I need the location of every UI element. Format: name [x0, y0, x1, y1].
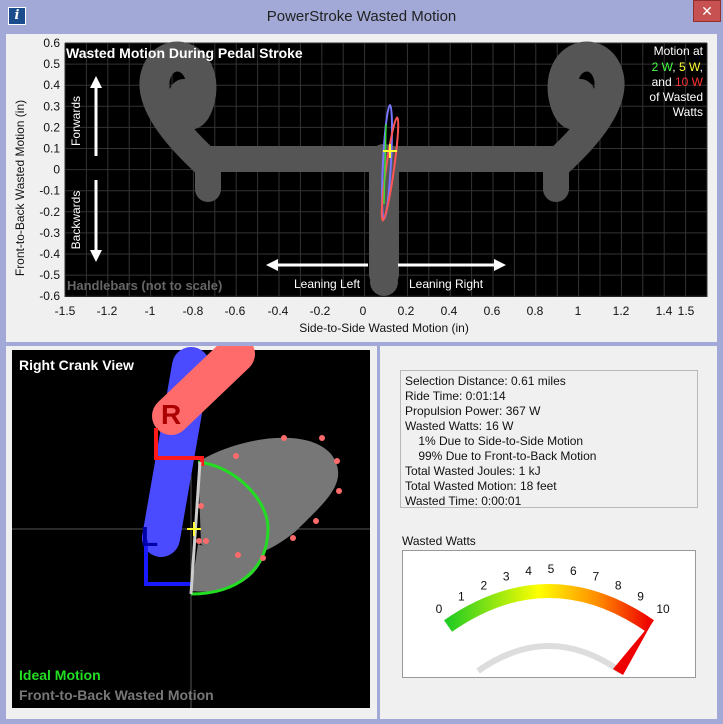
- wasted-watts-gauge: 0 1 2 3 4 5 6 7 8 9 10: [402, 550, 696, 678]
- stat-line: Propulsion Power: 367 W: [405, 404, 541, 418]
- y-tick-labels: 0.6 0.5 0.4 0.3 0.2 0.1 0 -0.1 -0.2 -0.3 -0.4 -0.5 -…: [39, 36, 60, 303]
- stat-line: 1% Due to Side-to-Side Motion: [405, 434, 584, 448]
- gauge-hub: [476, 643, 622, 674]
- gauge-tick-label: 3: [503, 570, 510, 584]
- legend-2w: 2 W: [652, 60, 674, 74]
- legend-line4: Watts: [673, 105, 703, 119]
- gauge-tick-label: 1: [458, 590, 465, 604]
- gauge-tick-label: 4: [525, 564, 532, 578]
- y-tick-label: -0.4: [39, 247, 60, 261]
- legend-10w: 10 W: [675, 75, 704, 89]
- x-tick-label: 1: [575, 304, 582, 318]
- x-tick-label: -1.2: [97, 304, 118, 318]
- y-tick-label: -0.6: [39, 289, 60, 303]
- x-tick-label: -0.2: [310, 304, 331, 318]
- legend-line1: Motion at: [654, 44, 704, 58]
- vertical-divider: [377, 346, 380, 719]
- stat-line: Ride Time: 0:01:14: [405, 389, 506, 403]
- crank-view-title: Right Crank View: [19, 357, 134, 373]
- title-bar: i PowerStroke Wasted Motion ✕: [0, 0, 723, 34]
- left-crank-label: L: [141, 521, 158, 552]
- x-tick-label: 0.4: [441, 304, 458, 318]
- y-tick-label: 0.3: [43, 99, 60, 113]
- gauge-needle: [613, 621, 653, 675]
- x-tick-label: 1.4: [656, 304, 673, 318]
- stat-line: Total Wasted Joules: 1 kJ: [405, 464, 541, 478]
- gauge-tick-label: 8: [615, 578, 622, 592]
- top-plot-panel: Front-to-Back Wasted Motion (in) Side-to…: [6, 34, 717, 342]
- y-tick-label: -0.3: [39, 226, 60, 240]
- x-tick-label: 1.2: [613, 304, 630, 318]
- y-tick-label: 0.1: [43, 142, 60, 156]
- forwards-label: Forwards: [69, 96, 83, 146]
- x-tick-label: 0.8: [527, 304, 544, 318]
- x-tick-label: -1: [145, 304, 156, 318]
- svg-text:2 W, 5 W,: 2 W, 5 W,: [652, 60, 703, 74]
- y-axis-label: Front-to-Back Wasted Motion (in): [13, 100, 27, 276]
- x-tick-label: -0.4: [268, 304, 289, 318]
- x-tick-label: 0: [360, 304, 367, 318]
- stat-line: Wasted Watts: 16 W: [405, 419, 514, 433]
- wasted-motion-label: Front-to-Back Wasted Motion: [19, 687, 214, 703]
- plot-title: Wasted Motion During Pedal Stroke: [66, 45, 303, 61]
- gauge-tick-label: 10: [656, 602, 670, 616]
- x-tick-labels: -1.5 -1.2 -1 -0.8 -0.6 -0.4 -0.2 0 0.2 0.4 0.6 0.8 1…: [55, 304, 695, 318]
- gauge-tick-label: 0: [436, 602, 443, 616]
- leaning-left-label: Leaning Left: [294, 277, 361, 291]
- window-title: PowerStroke Wasted Motion: [266, 8, 457, 25]
- handlebars-note: Handlebars (not to scale): [67, 278, 222, 293]
- gauge-tick-label: 7: [592, 570, 599, 584]
- gauge-dial: 0 1 2 3 4 5 6 7 8 9 10: [436, 562, 670, 675]
- stat-line: 99% Due to Front-to-Back Motion: [405, 449, 597, 463]
- y-tick-label: -0.1: [39, 184, 60, 198]
- wasted-motion-plot: Front-to-Back Wasted Motion (in) Side-to…: [13, 36, 708, 335]
- legend-5w: 5 W: [679, 60, 701, 74]
- right-crank-label: R: [161, 399, 181, 430]
- gauge-tick-label: 2: [480, 578, 487, 592]
- x-tick-label: -0.8: [183, 304, 204, 318]
- stat-line: Wasted Time: 0:00:01: [405, 494, 522, 508]
- x-tick-label: 1.5: [678, 304, 695, 318]
- leaning-right-label: Leaning Right: [409, 277, 484, 291]
- x-axis-label: Side-to-Side Wasted Motion (in): [299, 321, 469, 335]
- stat-line: Total Wasted Motion: 18 feet: [405, 479, 557, 493]
- right-crank-view: L R Right Crank View Ideal Motion Front-…: [12, 335, 370, 708]
- stat-line: Selection Distance: 0.61 miles: [405, 374, 566, 388]
- legend-and: and: [652, 75, 672, 89]
- close-button[interactable]: ✕: [693, 0, 721, 22]
- y-tick-label: 0.2: [43, 120, 60, 134]
- y-tick-label: 0.5: [43, 57, 60, 71]
- y-tick-label: -0.5: [39, 268, 60, 282]
- gauge-tick-label: 9: [637, 590, 644, 604]
- legend-line3: of Wasted: [649, 90, 703, 104]
- ride-stats-box: Selection Distance: 0.61 miles Ride Time…: [400, 370, 698, 508]
- y-tick-label: 0.6: [43, 36, 60, 50]
- x-tick-label: -0.6: [225, 304, 246, 318]
- x-tick-label: 0.6: [484, 304, 501, 318]
- x-tick-label: 0.2: [398, 304, 415, 318]
- y-tick-label: -0.2: [39, 205, 60, 219]
- gauge-color-arc: [444, 584, 654, 632]
- x-tick-label: -1.5: [55, 304, 76, 318]
- svg-text:and 10 W: and 10 W: [652, 75, 704, 89]
- gauge-tick-label: 5: [548, 562, 555, 576]
- gauge-tick-label: 6: [570, 564, 577, 578]
- gauge-label: Wasted Watts: [402, 534, 476, 548]
- ideal-motion-label: Ideal Motion: [19, 667, 101, 683]
- backwards-label: Backwards: [69, 191, 83, 250]
- y-tick-label: 0.4: [43, 78, 60, 92]
- y-tick-label: 0: [53, 163, 60, 177]
